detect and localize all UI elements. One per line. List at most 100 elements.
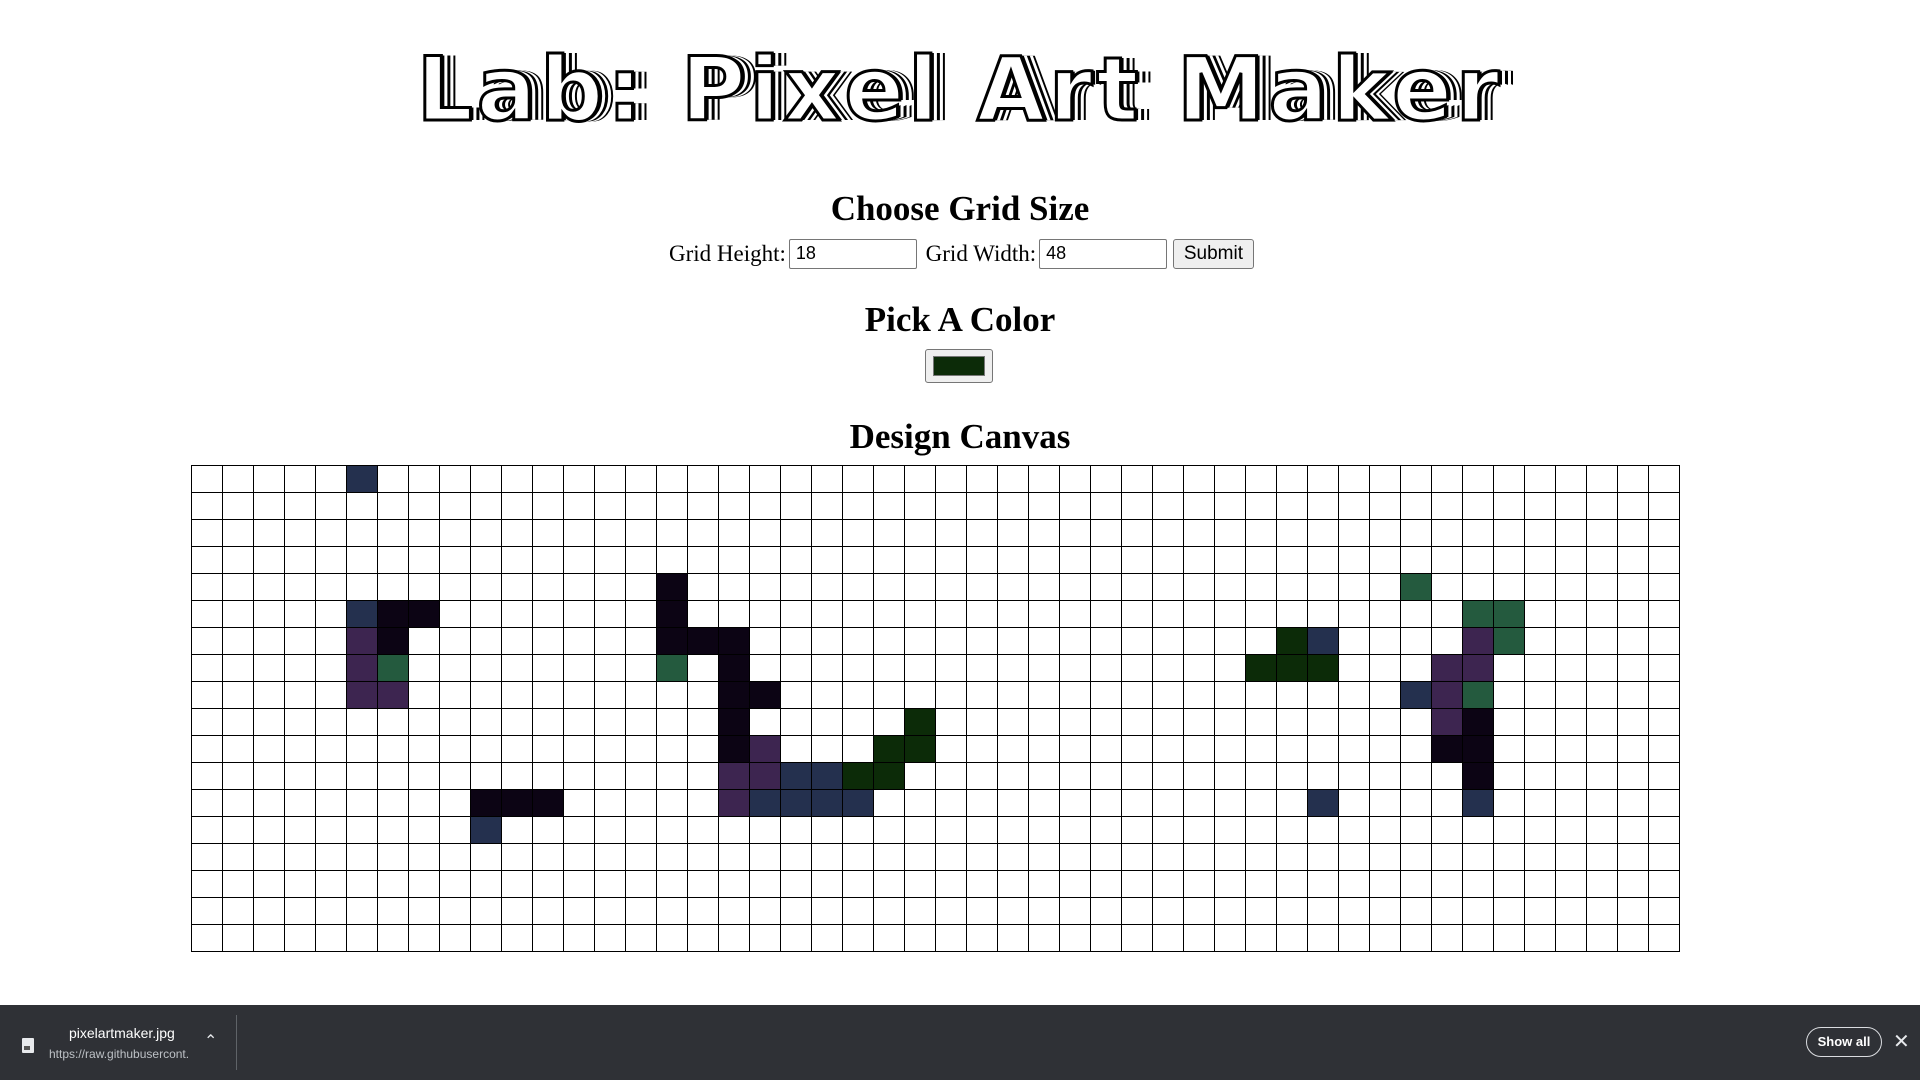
canvas-cell[interactable]: [997, 897, 1029, 925]
canvas-cell[interactable]: [1493, 843, 1525, 871]
canvas-cell[interactable]: [1586, 735, 1618, 763]
canvas-cell[interactable]: [997, 843, 1029, 871]
canvas-cell[interactable]: [191, 762, 223, 790]
canvas-cell[interactable]: [470, 600, 502, 628]
canvas-cell[interactable]: [284, 546, 316, 574]
canvas-cell[interactable]: [1276, 924, 1308, 952]
canvas-cell[interactable]: [1555, 600, 1587, 628]
canvas-cell[interactable]: [966, 573, 998, 601]
canvas-cell[interactable]: [1276, 519, 1308, 547]
canvas-cell[interactable]: [563, 654, 595, 682]
canvas-cell[interactable]: [687, 816, 719, 844]
canvas-cell[interactable]: [1338, 492, 1370, 520]
canvas-cell[interactable]: [749, 492, 781, 520]
canvas-cell[interactable]: [966, 546, 998, 574]
canvas-cell[interactable]: [1152, 465, 1184, 493]
canvas-cell[interactable]: [563, 681, 595, 709]
canvas-cell[interactable]: [191, 870, 223, 898]
canvas-cell[interactable]: [873, 627, 905, 655]
canvas-cell[interactable]: [284, 465, 316, 493]
canvas-cell[interactable]: [1338, 546, 1370, 574]
canvas-cell[interactable]: [1431, 897, 1463, 925]
canvas-cell[interactable]: [718, 681, 750, 709]
canvas-cell[interactable]: [1524, 654, 1556, 682]
canvas-cell[interactable]: [625, 708, 657, 736]
canvas-cell[interactable]: [222, 897, 254, 925]
canvas-cell[interactable]: [563, 600, 595, 628]
canvas-cell[interactable]: [1617, 573, 1649, 601]
canvas-cell[interactable]: [842, 762, 874, 790]
canvas-cell[interactable]: [1059, 627, 1091, 655]
canvas-cell[interactable]: [842, 708, 874, 736]
canvas-cell[interactable]: [1431, 843, 1463, 871]
canvas-cell[interactable]: [253, 735, 285, 763]
canvas-cell[interactable]: [966, 816, 998, 844]
canvas-cell[interactable]: [687, 465, 719, 493]
canvas-cell[interactable]: [222, 924, 254, 952]
canvas-cell[interactable]: [1462, 924, 1494, 952]
canvas-cell[interactable]: [315, 708, 347, 736]
canvas-cell[interactable]: [408, 870, 440, 898]
canvas-cell[interactable]: [1183, 762, 1215, 790]
canvas-cell[interactable]: [997, 492, 1029, 520]
canvas-cell[interactable]: [377, 870, 409, 898]
canvas-cell[interactable]: [222, 492, 254, 520]
canvas-cell[interactable]: [1586, 681, 1618, 709]
canvas-cell[interactable]: [563, 465, 595, 493]
canvas-cell[interactable]: [1245, 654, 1277, 682]
canvas-cell[interactable]: [1617, 681, 1649, 709]
canvas-cell[interactable]: [687, 654, 719, 682]
canvas-cell[interactable]: [470, 924, 502, 952]
canvas-cell[interactable]: [1028, 546, 1060, 574]
canvas-cell[interactable]: [1028, 465, 1060, 493]
canvas-cell[interactable]: [1586, 600, 1618, 628]
canvas-cell[interactable]: [439, 654, 471, 682]
canvas-cell[interactable]: [501, 492, 533, 520]
canvas-cell[interactable]: [935, 870, 967, 898]
canvas-cell[interactable]: [1462, 762, 1494, 790]
canvas-cell[interactable]: [1214, 789, 1246, 817]
canvas-cell[interactable]: [1524, 492, 1556, 520]
canvas-cell[interactable]: [1152, 546, 1184, 574]
canvas-cell[interactable]: [191, 897, 223, 925]
canvas-cell[interactable]: [532, 573, 564, 601]
canvas-cell[interactable]: [1245, 816, 1277, 844]
canvas-cell[interactable]: [1276, 897, 1308, 925]
canvas-cell[interactable]: [315, 465, 347, 493]
canvas-cell[interactable]: [594, 924, 626, 952]
canvas-cell[interactable]: [1431, 870, 1463, 898]
canvas-cell[interactable]: [966, 924, 998, 952]
canvas-cell[interactable]: [625, 735, 657, 763]
canvas-cell[interactable]: [1493, 600, 1525, 628]
canvas-cell[interactable]: [904, 708, 936, 736]
canvas-cell[interactable]: [1059, 735, 1091, 763]
canvas-cell[interactable]: [284, 681, 316, 709]
canvas-cell[interactable]: [439, 492, 471, 520]
canvas-cell[interactable]: [1307, 735, 1339, 763]
canvas-cell[interactable]: [1648, 627, 1680, 655]
canvas-cell[interactable]: [408, 816, 440, 844]
canvas-cell[interactable]: [1183, 735, 1215, 763]
canvas-cell[interactable]: [1586, 924, 1618, 952]
canvas-cell[interactable]: [1214, 816, 1246, 844]
canvas-cell[interactable]: [997, 708, 1029, 736]
canvas-cell[interactable]: [501, 546, 533, 574]
canvas-cell[interactable]: [1152, 762, 1184, 790]
canvas-cell[interactable]: [1400, 465, 1432, 493]
canvas-cell[interactable]: [1369, 708, 1401, 736]
canvas-cell[interactable]: [222, 816, 254, 844]
canvas-cell[interactable]: [501, 843, 533, 871]
canvas-cell[interactable]: [625, 681, 657, 709]
canvas-cell[interactable]: [1152, 654, 1184, 682]
canvas-cell[interactable]: [935, 573, 967, 601]
canvas-cell[interactable]: [1214, 465, 1246, 493]
canvas-cell[interactable]: [439, 735, 471, 763]
canvas-cell[interactable]: [780, 546, 812, 574]
canvas-cell[interactable]: [1493, 573, 1525, 601]
canvas-cell[interactable]: [935, 600, 967, 628]
canvas-cell[interactable]: [997, 600, 1029, 628]
canvas-cell[interactable]: [594, 654, 626, 682]
canvas-cell[interactable]: [625, 870, 657, 898]
canvas-cell[interactable]: [656, 924, 688, 952]
canvas-cell[interactable]: [966, 519, 998, 547]
